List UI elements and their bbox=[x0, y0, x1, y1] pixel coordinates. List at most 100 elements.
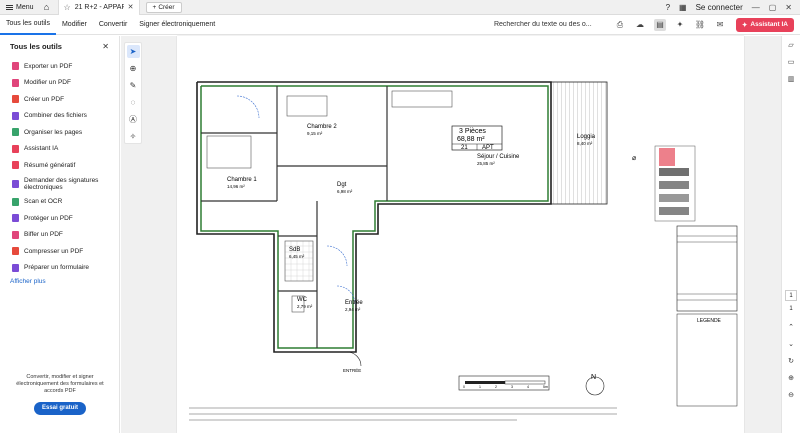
comments-icon[interactable]: ▭ bbox=[788, 53, 795, 70]
help-icon[interactable]: ? bbox=[666, 3, 670, 12]
star-icon[interactable]: ☆ bbox=[64, 3, 71, 12]
tool-item[interactable]: Demander des signatures électroniques bbox=[0, 174, 119, 194]
room-name: Chambre 1 bbox=[227, 177, 257, 183]
thumbnails-icon[interactable]: ▥ bbox=[788, 70, 795, 87]
scale-label: 3 bbox=[511, 385, 513, 389]
upload-cloud-icon[interactable]: ☁ bbox=[634, 19, 646, 31]
tool-item[interactable]: Biffer un PDF bbox=[0, 227, 119, 244]
show-more-link[interactable]: Afficher plus bbox=[0, 276, 119, 287]
ai-assistant-label: Assistant IA bbox=[750, 21, 788, 28]
tool-item[interactable]: Exporter un PDF bbox=[0, 58, 119, 75]
tool-item[interactable]: Scan et OCR bbox=[0, 194, 119, 211]
promo-box: Convertir, modifier et signer électroniq… bbox=[10, 374, 110, 415]
tool-icon bbox=[12, 197, 19, 206]
print-preview-icon[interactable]: ▤ bbox=[653, 18, 666, 31]
cursor-icon[interactable]: ➤ bbox=[126, 45, 140, 58]
text-box-icon[interactable]: Ⓐ bbox=[127, 113, 140, 126]
menu-label: Menu bbox=[16, 3, 34, 11]
page-up-icon[interactable]: ⌃ bbox=[788, 318, 794, 335]
lasso-icon[interactable]: ◌ bbox=[127, 96, 140, 109]
tool-item-label: Scan et OCR bbox=[24, 198, 63, 206]
new-tab-button[interactable]: + Créer bbox=[145, 1, 182, 13]
page-down-icon[interactable]: ⌄ bbox=[788, 335, 794, 352]
scale-label: 4 bbox=[527, 385, 529, 389]
close-tab-icon[interactable]: ✕ bbox=[128, 3, 134, 11]
fill-icon[interactable]: ✧ bbox=[127, 130, 140, 143]
zoom-in-icon[interactable]: ⊕ bbox=[788, 369, 794, 386]
tool-item[interactable]: Préparer un formulaire bbox=[0, 260, 119, 277]
bookmark-icon[interactable]: ▱ bbox=[788, 36, 793, 53]
tool-item[interactable]: Combiner des fichiers bbox=[0, 108, 119, 125]
close-panel-icon[interactable]: ✕ bbox=[102, 42, 109, 51]
entry-label: ENTRÉE bbox=[343, 367, 361, 373]
apps-grid-icon[interactable]: ▦ bbox=[679, 3, 687, 12]
room-area: 8,40 m² bbox=[577, 141, 593, 146]
scale-label: 0 bbox=[463, 385, 465, 389]
new-tab-label: Créer bbox=[158, 3, 175, 11]
apartment-kind: APT bbox=[482, 145, 494, 151]
menu-convert[interactable]: Convertir bbox=[93, 15, 133, 35]
menu-sign[interactable]: Signer électroniquement bbox=[133, 15, 221, 35]
document-tab[interactable]: ☆ 21 R+2 - APPARTE... ✕ bbox=[57, 0, 140, 15]
tool-item-label: Compresser un PDF bbox=[24, 247, 84, 255]
print-icon[interactable]: ⎙ bbox=[614, 19, 626, 31]
refresh-icon[interactable]: ↻ bbox=[788, 352, 794, 369]
room-area: 25,85 m² bbox=[477, 161, 495, 166]
room-area: 2,79 m² bbox=[297, 304, 313, 309]
tools-panel: Tous les outils ✕ Exporter un PDF Modifie… bbox=[0, 36, 120, 433]
zoom-out-icon[interactable]: ⊖ bbox=[788, 386, 794, 403]
tool-icon bbox=[12, 214, 19, 223]
annotation-tool-strip: ➤ ⊕ ✎ ◌ Ⓐ ✧ bbox=[124, 42, 142, 144]
zoom-icon[interactable]: ⊕ bbox=[127, 62, 140, 75]
tool-item-label: Modifier un PDF bbox=[24, 79, 71, 87]
document-viewport[interactable]: Chambre 2 9,15 m² Chambre 1 14,96 m² Dgt 6,98… bbox=[121, 36, 781, 433]
tool-item-label: Résumé génératif bbox=[24, 161, 76, 169]
window-close-icon[interactable]: ✕ bbox=[785, 3, 792, 12]
room-area: 2,94 m² bbox=[345, 307, 361, 312]
apartment-number: 21 bbox=[461, 145, 468, 151]
tab-bar: Menu ⌂ ☆ 21 R+2 - APPARTE... ✕ + Créer ?… bbox=[0, 0, 800, 15]
minimize-icon[interactable]: — bbox=[752, 3, 760, 12]
free-trial-button[interactable]: Essai gratuit bbox=[33, 402, 86, 415]
ai-assistant-button[interactable]: ✦ Assistant IA bbox=[735, 17, 794, 32]
tool-item[interactable]: Modifier un PDF bbox=[0, 75, 119, 92]
room-area: 6,45 m² bbox=[289, 254, 305, 259]
tool-item[interactable]: Résumé génératif bbox=[0, 157, 119, 174]
tool-item[interactable]: Compresser un PDF bbox=[0, 243, 119, 260]
menu-all-tools[interactable]: Tous les outils bbox=[0, 15, 56, 35]
svg-text:⌀: ⌀ bbox=[632, 155, 636, 162]
menu-edit[interactable]: Modifier bbox=[56, 15, 93, 35]
menu-button[interactable]: Menu bbox=[0, 0, 40, 15]
maximize-icon[interactable]: ▢ bbox=[769, 3, 777, 12]
legend-title: LEGENDE bbox=[697, 318, 722, 324]
toolbar-icons: ⎙ ☁ ▤ ✦ ⛓ ✉ bbox=[614, 18, 726, 31]
ai-chat-icon[interactable]: ✦ bbox=[674, 19, 686, 31]
tool-item-label: Créer un PDF bbox=[24, 95, 65, 103]
tool-item-label: Combiner des fichiers bbox=[24, 112, 87, 120]
search-field[interactable]: Rechercher du texte ou des o... bbox=[494, 21, 604, 28]
tool-icon bbox=[12, 161, 19, 170]
total-pages: 1 bbox=[789, 306, 793, 312]
tool-item-label: Préparer un formulaire bbox=[24, 264, 90, 272]
tool-item[interactable]: Créer un PDF bbox=[0, 91, 119, 108]
link-icon[interactable]: ⛓ bbox=[694, 19, 706, 31]
tool-icon bbox=[12, 144, 19, 153]
site-key-plan: ⌀ bbox=[632, 145, 696, 222]
tool-item[interactable]: Protéger un PDF bbox=[0, 210, 119, 227]
pdf-viewer-app: Menu ⌂ ☆ 21 R+2 - APPARTE... ✕ + Créer ?… bbox=[0, 0, 800, 433]
room-area: 6,98 m² bbox=[337, 189, 353, 194]
mail-icon[interactable]: ✉ bbox=[714, 19, 726, 31]
login-link[interactable]: Se connecter bbox=[696, 3, 743, 12]
tool-item[interactable]: Organiser les pages bbox=[0, 124, 119, 141]
home-icon[interactable]: ⌂ bbox=[40, 0, 54, 15]
tool-item[interactable]: Assistant IA bbox=[0, 141, 119, 158]
tool-item-label: Assistant IA bbox=[24, 145, 59, 153]
room-name: SdB bbox=[289, 247, 300, 253]
current-page-field[interactable]: 1 bbox=[785, 290, 797, 301]
legend-box bbox=[676, 313, 738, 407]
pen-icon[interactable]: ✎ bbox=[127, 79, 140, 92]
tool-icon bbox=[12, 128, 19, 137]
room-labels: Chambre 29,15 m² Chambre 114,96 m² Dgt6,98… bbox=[227, 124, 722, 389]
tool-icon bbox=[12, 247, 19, 256]
tool-icon bbox=[12, 95, 19, 104]
